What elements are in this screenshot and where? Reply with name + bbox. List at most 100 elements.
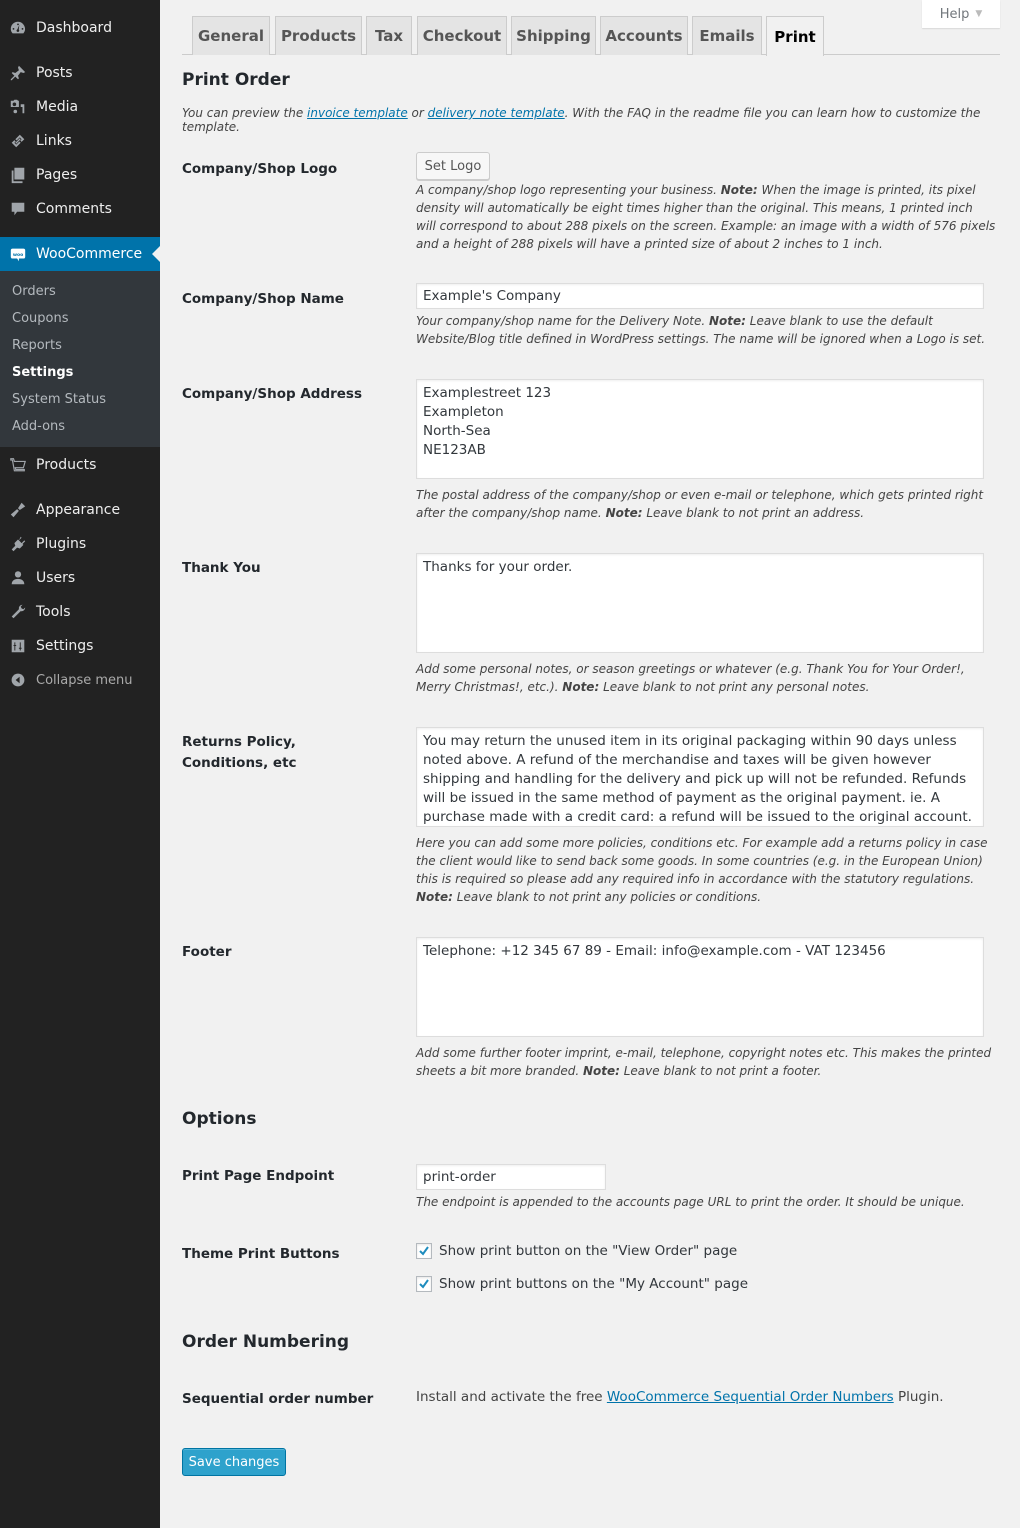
tab-tax[interactable]: Tax <box>366 16 412 55</box>
tab-products[interactable]: Products <box>275 16 362 55</box>
woo-icon: woo <box>0 245 36 263</box>
logo-description: A company/shop logo representing your bu… <box>416 181 996 253</box>
my-account-checkbox-label[interactable]: Show print buttons on the "My Account" p… <box>439 1276 748 1292</box>
view-order-checkbox-label[interactable]: Show print button on the "View Order" pa… <box>439 1243 737 1259</box>
theme-print-buttons-label: Theme Print Buttons <box>182 1246 340 1262</box>
brush-icon <box>0 501 36 519</box>
collapse-arrow-icon <box>0 672 36 688</box>
checkmark-icon <box>419 1279 429 1289</box>
my-account-checkbox-row: Show print buttons on the "My Account" p… <box>416 1276 748 1292</box>
desc-note: Note: <box>709 314 746 328</box>
sidebar-item-label: Media <box>36 99 79 115</box>
submenu-item-orders[interactable]: Orders <box>12 284 56 299</box>
cart-icon <box>0 456 36 474</box>
tab-emails[interactable]: Emails <box>692 16 762 55</box>
returns-policy-description: Here you can add some more policies, con… <box>416 834 996 906</box>
desc-note: Note: <box>416 890 453 904</box>
settings-tabs: General Products Tax Checkout Shipping A… <box>182 16 1000 56</box>
sidebar-item-label: Products <box>36 457 97 473</box>
desc-text: Leave blank to not print an address. <box>642 506 865 520</box>
sidebar-item-users[interactable]: Users <box>0 561 160 595</box>
invoice-template-link[interactable]: invoice template <box>307 106 408 120</box>
thank-you-description: Add some personal notes, or season greet… <box>416 660 996 696</box>
section-heading-options: Options <box>182 1109 257 1129</box>
sidebar-item-label: Tools <box>36 604 71 620</box>
intro-text: You can preview the invoice template or … <box>182 106 1020 134</box>
tab-accounts[interactable]: Accounts <box>600 16 688 55</box>
submenu-item-settings[interactable]: Settings <box>12 365 73 380</box>
my-account-checkbox[interactable] <box>416 1276 432 1292</box>
intro-text-part: You can preview the <box>182 106 308 120</box>
dashboard-icon <box>0 19 36 37</box>
tab-checkout[interactable]: Checkout <box>417 16 507 55</box>
sidebar-item-appearance[interactable]: Appearance <box>0 493 160 527</box>
collapse-menu-label: Collapse menu <box>36 672 133 688</box>
desc-text: Leave blank to not print any policies or… <box>452 890 762 904</box>
footer-description: Add some further footer imprint, e-mail,… <box>416 1044 996 1080</box>
thank-you-label: Thank You <box>182 560 261 576</box>
sidebar-item-links[interactable]: Links <box>0 124 160 158</box>
sidebar-item-tools[interactable]: Tools <box>0 595 160 629</box>
sidebar-item-label: Posts <box>36 65 73 81</box>
footer-label: Footer <box>182 944 232 960</box>
sidebar-item-label: Dashboard <box>36 20 112 36</box>
submenu-item-reports[interactable]: Reports <box>12 338 62 353</box>
thank-you-textarea[interactable]: Thanks for your order. <box>416 553 984 653</box>
sidebar-item-pages[interactable]: Pages <box>0 158 160 192</box>
save-changes-button[interactable]: Save changes <box>182 1448 286 1476</box>
desc-text: Leave blank to not print any personal no… <box>599 680 870 694</box>
collapse-menu-button[interactable]: Collapse menu <box>0 663 160 697</box>
desc-note: Note: <box>605 506 643 520</box>
set-logo-button[interactable]: Set Logo <box>416 152 490 180</box>
intro-text-part: or <box>407 106 428 120</box>
sidebar-item-plugins[interactable]: Plugins <box>0 527 160 561</box>
sidebar-item-label: Settings <box>36 638 94 654</box>
sequential-order-label: Sequential order number <box>182 1391 374 1407</box>
sidebar-item-label: Users <box>36 570 76 586</box>
sidebar-item-label: Links <box>36 133 72 149</box>
submenu-item-system-status[interactable]: System Status <box>12 392 106 407</box>
tab-shipping[interactable]: Shipping <box>511 16 596 55</box>
sidebar-item-settings[interactable]: Settings <box>0 629 160 663</box>
section-heading-order-numbering: Order Numbering <box>182 1332 350 1352</box>
shop-name-description: Your company/shop name for the Delivery … <box>416 312 996 348</box>
sidebar-item-woocommerce[interactable]: woo WooCommerce <box>0 237 160 271</box>
shop-address-description: The postal address of the company/shop o… <box>416 486 996 522</box>
svg-text:woo: woo <box>13 253 23 258</box>
delivery-note-template-link[interactable]: delivery note template <box>428 106 565 120</box>
active-menu-arrow <box>152 246 160 262</box>
checkmark-icon <box>419 1246 429 1256</box>
footer-textarea[interactable]: Telephone: +12 345 67 89 - Email: info@e… <box>416 937 984 1037</box>
endpoint-description: The endpoint is appended to the accounts… <box>416 1195 965 1209</box>
tab-print[interactable]: Print <box>766 16 824 56</box>
desc-note: Note: <box>582 1064 620 1078</box>
desc-text: A company/shop logo representing your bu… <box>416 183 721 197</box>
view-order-checkbox[interactable] <box>416 1243 432 1259</box>
shop-address-textarea[interactable]: Examplestreet 123 Exampleton North-Sea N… <box>416 379 984 479</box>
sidebar-item-dashboard[interactable]: Dashboard <box>0 11 160 45</box>
section-heading-print-order: Print Order <box>182 70 290 90</box>
submenu-item-coupons[interactable]: Coupons <box>12 311 69 326</box>
sidebar-item-comments[interactable]: Comments <box>0 192 160 226</box>
sidebar-item-label: WooCommerce <box>36 246 143 262</box>
sidebar-item-products[interactable]: Products <box>0 448 160 482</box>
desc-text: Here you can add some more policies, con… <box>416 836 988 886</box>
logo-label: Company/Shop Logo <box>182 161 338 177</box>
plain-text: Install and activate the free <box>416 1389 607 1405</box>
admin-sidebar: Dashboard Posts Media Links Pages Commen… <box>0 0 160 1528</box>
pages-icon <box>0 166 36 184</box>
wrench-icon <box>0 603 36 621</box>
shop-name-input[interactable]: Example's Company <box>416 283 984 309</box>
shop-name-label: Company/Shop Name <box>182 291 344 307</box>
returns-policy-textarea[interactable]: You may return the unused item in its or… <box>416 727 984 827</box>
sequential-order-text: Install and activate the free WooCommerc… <box>416 1389 944 1405</box>
shop-address-label: Company/Shop Address <box>182 386 362 402</box>
endpoint-input[interactable]: print-order <box>416 1164 606 1190</box>
sidebar-item-label: Pages <box>36 167 78 183</box>
sidebar-item-posts[interactable]: Posts <box>0 56 160 90</box>
submenu-item-add-ons[interactable]: Add-ons <box>12 419 65 434</box>
sequential-order-plugin-link[interactable]: WooCommerce Sequential Order Numbers <box>607 1389 894 1405</box>
plain-text: Plugin. <box>893 1389 944 1405</box>
sidebar-item-media[interactable]: Media <box>0 90 160 124</box>
tab-general[interactable]: General <box>192 16 270 55</box>
